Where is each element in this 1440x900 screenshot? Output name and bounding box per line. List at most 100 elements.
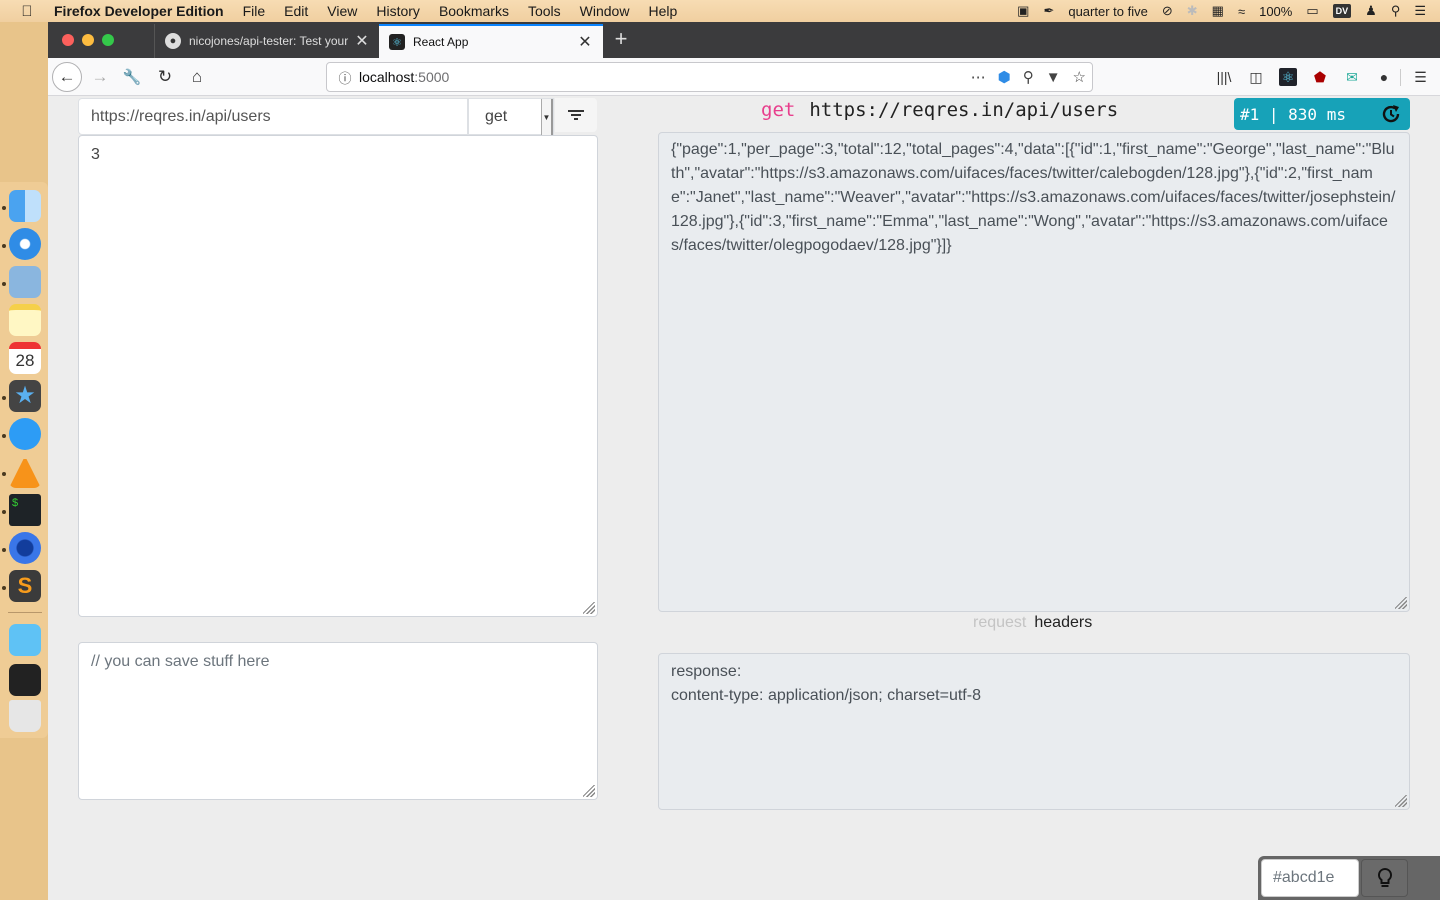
ublock-origin-icon[interactable]: ⬟: [1304, 69, 1336, 86]
history-refresh-icon[interactable]: [1380, 103, 1402, 125]
menu-window[interactable]: Window: [580, 3, 630, 19]
mail-extension-icon[interactable]: ✉: [1336, 69, 1368, 86]
apple-menu-icon[interactable]: : [0, 3, 54, 20]
headers-line: content-type: application/json; charset=…: [671, 687, 981, 704]
menu-file[interactable]: File: [243, 3, 266, 19]
close-tab-icon[interactable]: ✕: [577, 32, 593, 52]
bookmark-star-icon[interactable]: ☆: [1073, 68, 1086, 86]
spotlight-search-icon[interactable]: ⚲: [1391, 3, 1401, 19]
page-actions-icon[interactable]: ⋯: [971, 68, 986, 86]
tab-bar: ● nicojones/api-tester: Test your ✕ ⚛ Re…: [48, 22, 1440, 58]
notification-center-icon[interactable]: ☰: [1414, 3, 1426, 19]
chevron-down-icon[interactable]: ▼: [541, 99, 553, 136]
tab-request[interactable]: request: [973, 614, 1026, 632]
sidebar-icon[interactable]: ◫: [1240, 69, 1272, 86]
tab-react-app[interactable]: ⚛ React App ✕: [379, 24, 603, 58]
filter-button[interactable]: [555, 98, 597, 132]
anki-icon[interactable]: ★: [9, 380, 41, 412]
battery-icon[interactable]: ▭: [1306, 3, 1318, 19]
resize-handle-icon[interactable]: [1395, 795, 1407, 807]
minimize-window-button[interactable]: [82, 34, 94, 46]
resize-handle-icon[interactable]: [1395, 597, 1407, 609]
menu-app-name[interactable]: Firefox Developer Edition: [54, 3, 224, 19]
dv-badge-icon[interactable]: DV: [1332, 4, 1352, 18]
toggle-theme-button[interactable]: [1361, 859, 1408, 897]
mail-icon[interactable]: [9, 266, 41, 298]
theme-color-input[interactable]: #abcd1e: [1261, 859, 1359, 897]
extension-balls-icon[interactable]: ●: [1368, 69, 1400, 85]
timing-label: #1 | 830 ms: [1240, 104, 1346, 124]
menu-view[interactable]: View: [327, 3, 357, 19]
calendar-icon[interactable]: 28: [9, 342, 41, 374]
extension-shield-icon[interactable]: ⬢: [998, 68, 1011, 86]
method-select[interactable]: get ▼: [468, 98, 554, 136]
url-port: :5000: [414, 69, 450, 85]
firefox-developer-icon[interactable]: [9, 532, 41, 564]
zoom-window-button[interactable]: [102, 34, 114, 46]
request-summary-method: get: [761, 99, 796, 121]
running-indicator: [2, 586, 6, 590]
home-button[interactable]: ⌂: [183, 63, 211, 91]
developer-tools-wrench-icon[interactable]: 🔧: [118, 63, 146, 91]
tab-title: React App: [413, 35, 469, 49]
bluetooth-icon[interactable]: ✱: [1187, 3, 1198, 19]
method-select-value: get: [485, 107, 508, 125]
running-indicator: [2, 396, 6, 400]
trash-icon[interactable]: [9, 700, 41, 732]
vlc-icon[interactable]: [9, 456, 41, 488]
request-body-textarea[interactable]: 3: [78, 135, 598, 617]
forward-button[interactable]: →: [86, 63, 114, 91]
view-tabs: request headers: [973, 614, 1092, 632]
wifi-icon[interactable]: ≈: [1238, 4, 1245, 19]
sublime-text-icon[interactable]: S: [9, 570, 41, 602]
applications-folder-icon[interactable]: [9, 624, 41, 656]
reload-button[interactable]: ↻: [151, 63, 179, 91]
pocket-icon[interactable]: ▼: [1046, 69, 1061, 86]
headers-textarea[interactable]: response: content-type: application/json…: [658, 653, 1410, 810]
finder-icon[interactable]: [9, 190, 41, 222]
github-icon: ●: [165, 33, 181, 49]
running-indicator: [2, 510, 6, 514]
headers-line: response:: [671, 663, 742, 680]
user-icon[interactable]: ♟: [1365, 3, 1377, 19]
terminal-icon[interactable]: $: [9, 494, 41, 526]
clock-text[interactable]: quarter to five: [1068, 4, 1148, 19]
request-url-value: https://reqres.in/api/users: [91, 107, 271, 125]
hamburger-menu-icon[interactable]: ☰: [1400, 68, 1440, 86]
menu-bookmarks[interactable]: Bookmarks: [439, 3, 509, 19]
notes-icon[interactable]: [9, 304, 41, 336]
tab-headers[interactable]: headers: [1034, 614, 1092, 632]
resize-handle-icon[interactable]: [583, 785, 595, 797]
resize-handle-icon[interactable]: [583, 602, 595, 614]
react-devtools-icon[interactable]: ⚛: [1279, 68, 1297, 86]
menu-help[interactable]: Help: [648, 3, 677, 19]
menu-edit[interactable]: Edit: [284, 3, 308, 19]
do-not-disturb-icon[interactable]: ⊘: [1162, 3, 1173, 19]
notes-placeholder: // you can save stuff here: [91, 653, 270, 670]
close-window-button[interactable]: [62, 34, 74, 46]
lightbulb-icon[interactable]: ⚲: [1023, 68, 1034, 86]
close-tab-icon[interactable]: ✕: [354, 31, 370, 51]
messages-icon[interactable]: [9, 418, 41, 450]
theme-color-widget: #abcd1e: [1258, 856, 1440, 900]
downloads-stack-icon[interactable]: [9, 664, 41, 696]
macos-dock: 28 ★ $ S: [0, 182, 48, 738]
back-button[interactable]: ←: [52, 62, 82, 92]
response-body-textarea[interactable]: {"page":1,"per_page":3,"total":12,"total…: [658, 132, 1410, 612]
notes-textarea[interactable]: // you can save stuff here: [78, 642, 598, 800]
site-info-icon[interactable]: ⓘ: [331, 68, 359, 87]
menu-history[interactable]: History: [376, 3, 420, 19]
safari-icon[interactable]: [9, 228, 41, 260]
window-controls: [62, 34, 114, 46]
new-tab-button[interactable]: +: [609, 26, 633, 52]
running-indicator: [2, 282, 6, 286]
library-icon[interactable]: |||\: [1208, 69, 1240, 85]
tab-github[interactable]: ● nicojones/api-tester: Test your ✕: [154, 24, 380, 58]
request-url-input[interactable]: https://reqres.in/api/users: [78, 98, 468, 135]
bookmark-app-icon[interactable]: ▣: [1017, 3, 1029, 19]
tools-icon[interactable]: ✒: [1043, 3, 1054, 19]
memory-icon[interactable]: ▦: [1212, 3, 1224, 19]
menu-tools[interactable]: Tools: [528, 3, 561, 19]
address-bar[interactable]: ⓘ localhost:5000 ⋯ ⬢ ⚲ ▼ ☆: [326, 62, 1093, 92]
response-body-text: {"page":1,"per_page":3,"total":12,"total…: [671, 141, 1396, 254]
